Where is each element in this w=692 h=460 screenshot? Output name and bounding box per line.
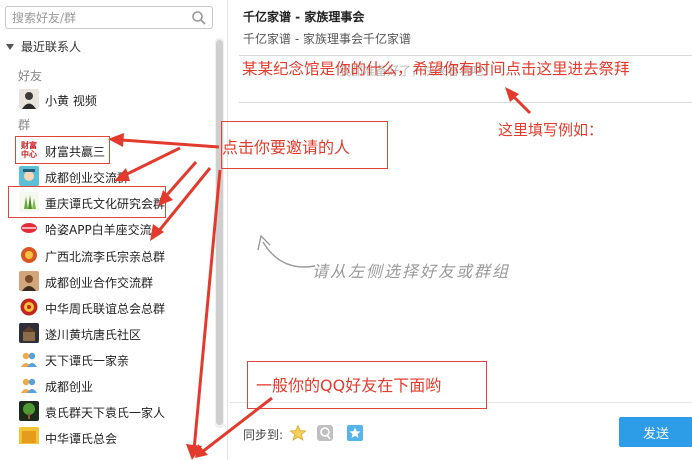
group-item[interactable]: 成都创业合作交流群: [0, 268, 214, 294]
share-panel: 千亿家谱 - 家族理事会 千亿家谱 - 家族理事会千亿家谱 我都准备好了，快来看…: [229, 0, 692, 460]
curved-arrow-icon: [257, 234, 316, 268]
search-icon[interactable]: [191, 10, 207, 26]
seal-icon: [19, 297, 39, 317]
sync-label: 同步到:: [243, 428, 284, 442]
group-item[interactable]: 天下谭氏一家亲: [0, 346, 214, 372]
group-name: 成都创业: [45, 380, 94, 394]
share-footer: 同步到: 发送: [229, 402, 692, 460]
group-name: 成都创业交流群: [45, 171, 130, 185]
favorite-star-icon[interactable]: [346, 424, 364, 442]
lips-icon: [19, 218, 39, 238]
people-icon: [19, 375, 39, 395]
star-icon[interactable]: [289, 424, 307, 442]
group-name: 遂川黄坑唐氏社区: [45, 328, 142, 342]
groups-section-label: 群: [18, 118, 31, 132]
qzone-icon[interactable]: [316, 424, 334, 442]
group-item[interactable]: 重庆谭氏文化研究会群: [0, 189, 214, 215]
group-item[interactable]: 成都创业交流群: [0, 163, 214, 189]
group-item[interactable]: 成都创业: [0, 372, 214, 398]
group-name: 成都创业合作交流群: [45, 276, 154, 290]
group-item[interactable]: 广西北流李氏宗亲总群: [0, 242, 214, 268]
wealth-logo-icon: 财富中心: [19, 140, 39, 160]
person-avatar-icon: [19, 271, 39, 291]
group-item[interactable]: 遂川黄坑唐氏社区: [0, 320, 214, 346]
group-name: 广西北流李氏宗亲总群: [45, 250, 166, 264]
message-placeholder: 我都准备好了，快来看看吧！: [339, 64, 496, 78]
send-button[interactable]: 发送: [619, 417, 692, 447]
group-name: 袁氏群天下袁氏一家人: [45, 406, 166, 420]
banner-icon: [19, 427, 39, 444]
group-item[interactable]: 中华周氏联谊总会总群: [0, 294, 214, 320]
group-name: 天下谭氏一家亲: [45, 354, 130, 368]
scrollbar-thumb[interactable]: [216, 40, 223, 425]
friends-section-label: 好友: [18, 69, 43, 83]
contact-panel: 最近联系人 好友 小黄 视频 群 财富中心 财富共赢三 成都创业交流群 重庆谭氏…: [0, 0, 228, 460]
group-item[interactable]: 中华谭氏总会: [0, 424, 214, 444]
group-item[interactable]: 哈姿APP白羊座交流: [0, 215, 214, 241]
tree-icon: [19, 401, 39, 421]
search-box[interactable]: [5, 6, 213, 29]
friend-item[interactable]: 小黄 视频: [0, 86, 214, 112]
recent-contacts-header[interactable]: 最近联系人: [6, 38, 81, 54]
collapse-triangle-icon: [6, 44, 14, 50]
group-name: 中华谭氏总会: [45, 432, 118, 444]
people-icon: [19, 349, 39, 369]
group-item[interactable]: 财富中心 财富共赢三: [0, 137, 214, 163]
group-name: 重庆谭氏文化研究会群: [45, 197, 166, 211]
message-input[interactable]: 我都准备好了，快来看看吧！: [239, 55, 692, 103]
graduate-avatar-icon: [19, 166, 39, 186]
group-name: 财富共赢三: [45, 145, 106, 159]
share-title: 千亿家谱 - 家族理事会: [243, 10, 365, 24]
group-name: 中华周氏联谊总会总群: [45, 302, 166, 316]
friend-name: 小黄 视频: [45, 94, 97, 108]
green-leaf-icon: [19, 192, 39, 212]
share-subtitle: 千亿家谱 - 家族理事会千亿家谱: [243, 32, 411, 46]
person-avatar-icon: [19, 89, 39, 109]
contact-list-scrollbar[interactable]: [215, 38, 224, 428]
emblem-icon: [19, 245, 39, 265]
recent-contacts-label: 最近联系人: [21, 40, 82, 54]
building-icon: [19, 323, 39, 343]
search-input[interactable]: [12, 10, 182, 26]
wealth-logo-text: 财富中心: [21, 141, 37, 159]
select-contact-hint: 请从左侧选择好友或群组: [312, 262, 511, 281]
group-item[interactable]: 袁氏群天下袁氏一家人: [0, 398, 214, 424]
group-name: 哈姿APP白羊座交流: [45, 223, 152, 237]
